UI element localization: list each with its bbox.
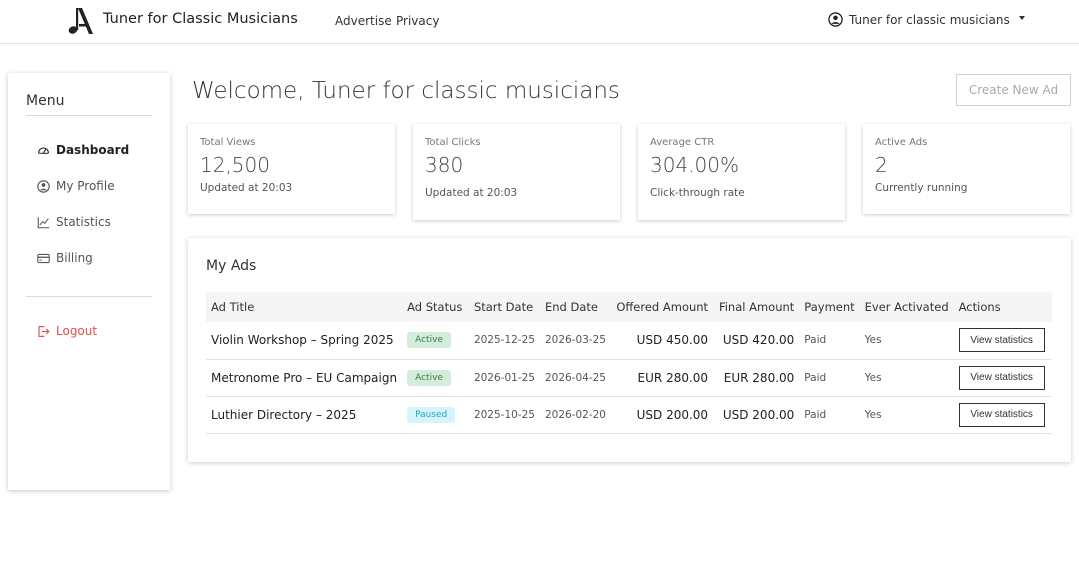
payment-status: Paid [799, 322, 860, 360]
sidebar: Menu Dashboard My Profile Statistics Bil… [8, 73, 170, 490]
sidebar-item-label: Dashboard [56, 143, 130, 157]
menu-title: Menu [26, 93, 65, 109]
column-header: End Date [544, 300, 598, 314]
ever-activated: Yes [859, 359, 954, 397]
nav-privacy-link[interactable]: Privacy [396, 14, 439, 28]
top-navbar: Tuner for Classic Musicians Advertise Pr… [0, 0, 1079, 44]
ever-activated: Yes [859, 396, 954, 434]
status-cell: Paused [402, 396, 469, 434]
payment-status: Paid [799, 396, 860, 434]
column-header: Ever Activated [864, 300, 949, 314]
stat-card-total-views: Total Views 12,500 Updated at 20:03 [188, 124, 395, 214]
stat-card-average-ctr: Average CTR 304.00% Click-through rate [638, 124, 845, 220]
ad-title: Violin Workshop – Spring 2025 [206, 322, 403, 360]
logout-link[interactable]: Logout [37, 324, 97, 338]
actions-cell: View statistics [953, 396, 1052, 434]
column-header: Payment [804, 300, 855, 314]
section-title: My Ads [206, 258, 257, 274]
stat-value: 380 [425, 153, 464, 177]
credit-card-icon [37, 253, 50, 263]
ever-activated: Yes [859, 322, 954, 360]
user-dropdown[interactable]: Tuner for classic musicians [828, 12, 1025, 27]
divider [26, 115, 152, 116]
sidebar-item-statistics[interactable]: Statistics [37, 215, 111, 229]
sidebar-item-label: My Profile [56, 179, 115, 193]
view-statistics-button[interactable]: View statistics [958, 402, 1045, 427]
dashboard-icon [38, 147, 49, 154]
status-badge: Active [407, 369, 451, 386]
sidebar-item-dashboard[interactable]: Dashboard [37, 143, 129, 157]
status-cell: Active [402, 359, 469, 397]
start-date: 2026-01-25 [468, 359, 540, 397]
actions-cell: View statistics [953, 359, 1052, 397]
table-row: Metronome Pro – EU Campaign Active 2026-… [206, 359, 1052, 397]
sidebar-item-label: Billing [56, 251, 93, 265]
divider [26, 296, 152, 297]
stat-value: 12,500 [200, 153, 270, 177]
stat-label: Total Views [200, 137, 256, 148]
status-badge: Active [407, 332, 451, 349]
chart-line-icon [37, 216, 50, 228]
column-header: Final Amount [718, 300, 795, 314]
stat-subtext: Currently running [875, 182, 968, 194]
stat-card-active-ads: Active Ads 2 Currently running [863, 124, 1070, 214]
offered-amount: EUR 280.00 [611, 359, 714, 397]
music-note-logo-icon[interactable] [67, 5, 97, 36]
status-cell: Active [402, 322, 469, 360]
final-amount: USD 420.00 [713, 322, 800, 360]
logout-label: Logout [56, 324, 98, 338]
nav-advertise-link[interactable]: Advertise [335, 14, 392, 28]
start-date: 2025-12-25 [468, 322, 540, 360]
create-new-ad-button[interactable]: Create New Ad [956, 74, 1071, 106]
end-date: 2026-04-25 [539, 359, 612, 397]
ad-title: Luthier Directory – 2025 [206, 396, 403, 434]
column-header: Start Date [473, 300, 534, 314]
status-badge: Paused [407, 406, 456, 423]
stat-card-total-clicks: Total Clicks 380 Updated at 20:03 [413, 124, 620, 220]
view-statistics-button[interactable]: View statistics [958, 328, 1045, 353]
column-header: Actions [958, 300, 1001, 314]
user-circle-icon [828, 12, 843, 27]
offered-amount: USD 200.00 [611, 396, 714, 434]
column-header: Offered Amount [616, 300, 709, 314]
offered-amount: USD 450.00 [611, 322, 714, 360]
stat-value: 2 [875, 153, 888, 177]
stat-label: Average CTR [650, 137, 715, 148]
logout-icon [38, 325, 50, 337]
table-row: Luthier Directory – 2025 Paused 2025-10-… [206, 396, 1052, 434]
table-row: Violin Workshop – Spring 2025 Active 202… [206, 322, 1052, 360]
final-amount: USD 200.00 [713, 396, 800, 434]
user-circle-icon [37, 179, 50, 193]
page-title: Welcome, Tuner for classic musicians [192, 78, 620, 104]
stat-subtext: Updated at 20:03 [425, 187, 518, 199]
end-date: 2026-02-20 [539, 396, 612, 434]
payment-status: Paid [799, 359, 860, 397]
my-ads-panel: My Ads Ad Title Ad Status Start Date End… [188, 238, 1071, 462]
start-date: 2025-10-25 [468, 396, 540, 434]
brand-name[interactable]: Tuner for Classic Musicians [103, 11, 298, 27]
end-date: 2026-03-25 [539, 322, 612, 360]
actions-cell: View statistics [953, 322, 1052, 360]
sidebar-item-my-profile[interactable]: My Profile [37, 179, 115, 193]
user-name: Tuner for classic musicians [849, 12, 1010, 27]
table-header-row: Ad Title Ad Status Start Date End Date O… [206, 292, 1052, 322]
sidebar-item-billing[interactable]: Billing [37, 251, 93, 265]
stat-label: Active Ads [875, 137, 928, 148]
view-statistics-button[interactable]: View statistics [958, 365, 1045, 390]
stat-label: Total Clicks [425, 137, 481, 148]
column-header: Ad Title [211, 300, 255, 314]
column-header: Ad Status [407, 300, 463, 314]
ad-title: Metronome Pro – EU Campaign [206, 359, 403, 397]
stat-subtext: Updated at 20:03 [200, 182, 293, 194]
ads-table: Ad Title Ad Status Start Date End Date O… [206, 292, 1052, 434]
stat-value: 304.00% [650, 153, 739, 177]
sidebar-item-label: Statistics [56, 215, 111, 229]
stat-subtext: Click-through rate [650, 187, 745, 199]
chevron-down-icon [1018, 15, 1025, 20]
final-amount: EUR 280.00 [713, 359, 800, 397]
